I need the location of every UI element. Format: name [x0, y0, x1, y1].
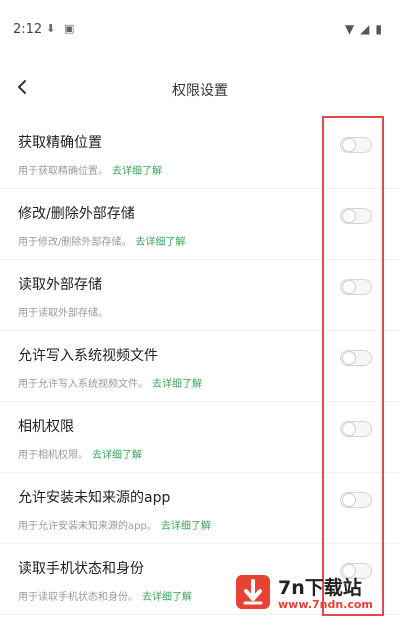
download-logo-icon [236, 575, 270, 609]
learn-more-link[interactable]: 去详细了解 [161, 521, 211, 532]
page-title: 权限设置 [172, 83, 228, 99]
item-description: 用于读取外部存储。 [18, 304, 112, 319]
image-icon: ▣ [64, 22, 75, 35]
item-desc-text: 用于相机权限。 [18, 450, 88, 461]
learn-more-link[interactable]: 去详细了解 [152, 379, 202, 390]
item-description: 用于允许安装未知来源的app。 去详细了解 [18, 517, 211, 532]
item-description: 用于修改/删除外部存储。 去详细了解 [18, 233, 185, 248]
signal-icon: ◢ [360, 22, 370, 36]
item-title: 读取外部存储 [18, 277, 102, 293]
download-icon: ⬇ [46, 22, 56, 35]
item-desc-text: 用于获取精确位置。 [18, 166, 108, 177]
status-bar: 2:12 ⬇ ▣ ▼ ◢ ▮ [0, 0, 400, 60]
item-title: 允许写入系统视频文件 [18, 348, 158, 364]
item-title: 读取手机状态和身份 [18, 561, 144, 577]
item-title: 允许安装未知来源的app [18, 490, 171, 506]
item-desc-text: 用于读取外部存储。 [18, 308, 108, 319]
watermark-brand: 7n下载站 [278, 577, 362, 599]
header: 权限设置 [0, 72, 400, 108]
item-title: 获取精确位置 [18, 135, 102, 151]
item-desc-text: 用于允许安装未知来源的app。 [18, 521, 157, 532]
learn-more-link[interactable]: 去详细了解 [135, 237, 185, 248]
item-description: 用于读取手机状态和身份。 去详细了解 [18, 588, 192, 603]
item-description: 用于相机权限。 去详细了解 [18, 446, 142, 461]
status-time: 2:12 [13, 22, 43, 37]
watermark-url: www.7ndn.com [278, 598, 373, 611]
learn-more-link[interactable]: 去详细了解 [112, 166, 162, 177]
item-title: 修改/删除外部存储 [18, 206, 135, 222]
learn-more-link[interactable]: 去详细了解 [142, 592, 192, 603]
battery-icon: ▮ [375, 22, 382, 36]
system-icons: ▼ ◢ ▮ [345, 22, 382, 36]
wifi-icon: ▼ [344, 22, 355, 36]
item-desc-text: 用于读取手机状态和身份。 [18, 592, 138, 603]
learn-more-link[interactable]: 去详细了解 [92, 450, 142, 461]
item-desc-text: 用于修改/删除外部存储。 [18, 237, 132, 248]
item-description: 用于获取精确位置。 去详细了解 [18, 162, 162, 177]
item-description: 用于允许写入系统视频文件。 去详细了解 [18, 375, 202, 390]
item-desc-text: 用于允许写入系统视频文件。 [18, 379, 148, 390]
toggle-highlight-box [322, 116, 384, 616]
watermark: 7n下载站 www.7ndn.com [230, 567, 390, 617]
item-title: 相机权限 [18, 419, 74, 435]
